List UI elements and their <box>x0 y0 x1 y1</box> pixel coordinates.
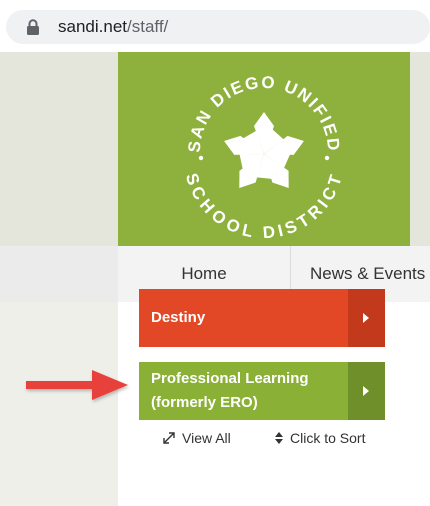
professional-learning-link-button[interactable]: Professional Learning (formerly ERO) <box>139 362 385 420</box>
chevron-right-icon <box>363 386 369 396</box>
lock-icon[interactable] <box>26 19 40 35</box>
professional-learning-expand-tab[interactable] <box>348 362 385 420</box>
view-all-link[interactable]: View All <box>162 430 231 446</box>
view-all-label: View All <box>182 430 231 446</box>
browser-toolbar: sandi.net/staff/ <box>0 0 430 52</box>
professional-learning-line-1: Professional Learning <box>151 370 309 387</box>
professional-learning-line-2: (formerly ERO) <box>151 394 258 411</box>
url-path: /staff/ <box>127 17 169 36</box>
sort-icon <box>275 432 283 444</box>
content-left-margin <box>0 302 118 506</box>
click-to-sort-label: Click to Sort <box>290 430 366 446</box>
star-emblem-icon <box>224 112 304 188</box>
svg-text:SCHOOL DISTRICT: SCHOOL DISTRICT <box>182 171 346 238</box>
red-arrow-icon <box>26 370 128 400</box>
click-to-sort-link[interactable]: Click to Sort <box>274 430 365 446</box>
chevron-right-icon <box>363 313 369 323</box>
url-text[interactable]: sandi.net/staff/ <box>58 17 168 37</box>
right-margin <box>410 52 430 246</box>
address-bar[interactable]: sandi.net/staff/ <box>6 10 430 44</box>
destiny-label: Destiny <box>151 309 206 326</box>
url-host: sandi.net <box>58 17 127 36</box>
destiny-expand-tab[interactable] <box>348 289 385 347</box>
nav-left-strip <box>0 246 118 302</box>
logo-bottom-text: SCHOOL DISTRICT <box>182 171 344 238</box>
district-logo[interactable]: SAN DIEGO UNIFIED SCHOOL DISTRICT <box>174 66 354 238</box>
destiny-link-button[interactable]: Destiny <box>139 289 385 347</box>
professional-learning-label: Professional Learning (formerly ERO) <box>151 362 309 420</box>
expand-icon <box>163 432 175 444</box>
